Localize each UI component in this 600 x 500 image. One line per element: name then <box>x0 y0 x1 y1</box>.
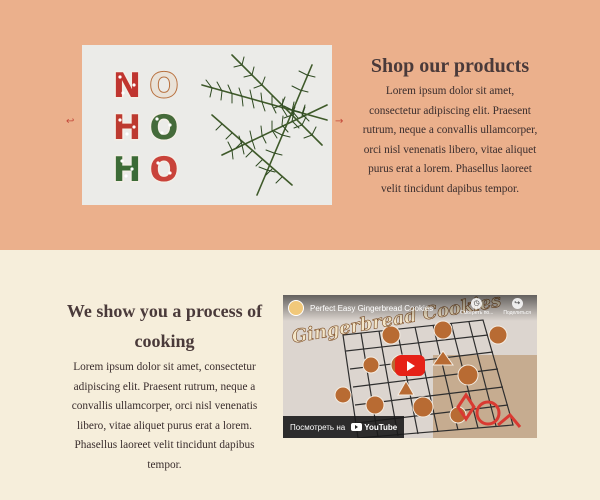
process-section: We show you a process of cooking Lorem i… <box>0 250 600 500</box>
slider-prev-arrow[interactable]: ↩ <box>66 116 74 127</box>
watch-later-label: Смотреть по... <box>460 310 494 316</box>
svg-text:O: O <box>150 108 179 148</box>
process-text-block: We show you a process of cooking Lorem i… <box>62 296 267 475</box>
process-description: Lorem ipsum dolor sit amet, consectetur … <box>71 361 258 471</box>
share-icon: ↪ <box>511 298 523 309</box>
shop-section: ↩ N O H O H O → Shop our products Lorem … <box>0 0 600 250</box>
share-button[interactable]: ↪ Поделиться <box>503 298 531 316</box>
video-title[interactable]: Perfect Easy Gingerbread Cookies <box>310 304 433 313</box>
youtube-video-embed[interactable]: Gingerbread Cookies Perfect Easy Gingerb… <box>283 295 537 438</box>
youtube-wordmark: YouTube <box>364 422 398 432</box>
watch-on-youtube-button[interactable]: Посмотреть на YouTube <box>283 416 405 438</box>
svg-text:O: O <box>150 66 179 106</box>
watch-later-button[interactable]: ◷ Смотреть по... <box>460 298 493 316</box>
shop-description: Lorem ipsum dolor sit amet, consectetur … <box>362 85 538 195</box>
share-label: Поделиться <box>503 310 531 316</box>
shop-heading: Shop our products <box>370 55 530 77</box>
video-top-bar: Perfect Easy Gingerbread Cookies ◷ Смотр… <box>283 295 537 321</box>
svg-text:H: H <box>113 150 141 190</box>
channel-avatar[interactable] <box>288 300 304 316</box>
watch-on-label: Посмотреть на <box>290 422 346 432</box>
youtube-logo-icon: YouTube <box>351 423 397 432</box>
slider-next-arrow[interactable]: → <box>335 116 343 127</box>
video-actions: ◷ Смотреть по... ↪ Поделиться <box>460 298 531 316</box>
clock-icon: ◷ <box>471 298 483 309</box>
svg-text:O: O <box>150 150 179 190</box>
process-heading: We show you a process of cooking <box>66 301 263 351</box>
svg-text:N: N <box>113 66 141 106</box>
shop-text-block: Shop our products Lorem ipsum dolor sit … <box>360 52 540 199</box>
svg-text:H: H <box>113 108 141 148</box>
play-button[interactable] <box>395 355 425 376</box>
play-icon <box>407 360 415 371</box>
noho-cookies-image: N O H O H O <box>82 45 332 205</box>
